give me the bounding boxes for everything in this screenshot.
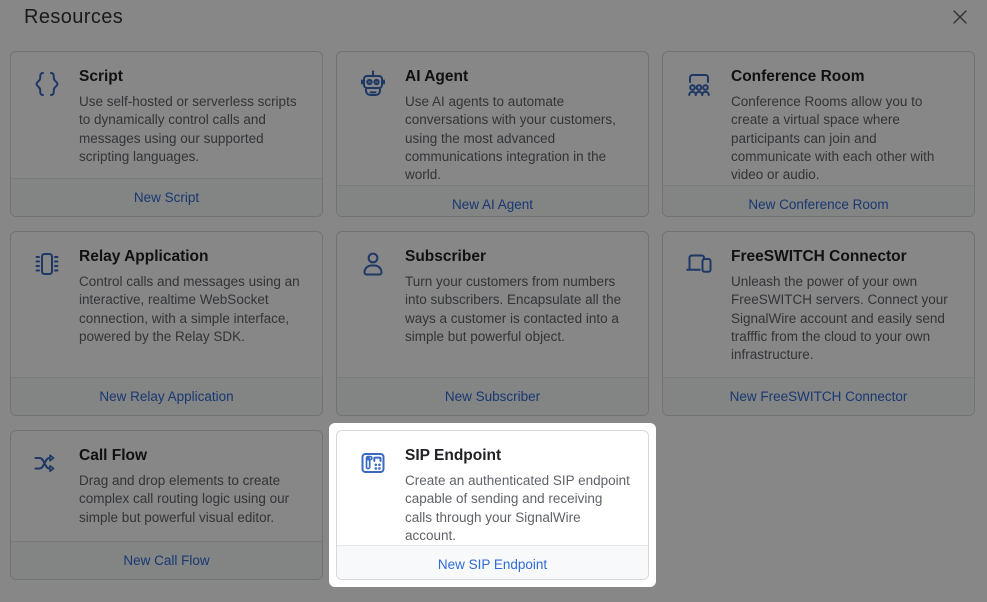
resource-card-conference-room: Conference Room Conference Rooms allow y… bbox=[662, 51, 975, 217]
shuffle-arrows-icon bbox=[31, 447, 63, 479]
new-sip-endpoint-label: New SIP Endpoint bbox=[438, 557, 547, 572]
resource-card-ai-agent: AI Agent Use AI agents to automate conve… bbox=[336, 51, 649, 217]
card-body: Conference Room Conference Rooms allow y… bbox=[663, 52, 974, 185]
card-title: SIP Endpoint bbox=[405, 447, 632, 465]
card-body: SIP Endpoint Create an authenticated SIP… bbox=[337, 431, 648, 545]
card-description: Turn your customers from numbers into su… bbox=[405, 273, 632, 346]
page-title: Resources bbox=[24, 6, 123, 29]
card-body: FreeSWITCH Connector Unleash the power o… bbox=[663, 232, 974, 377]
card-description: Use AI agents to automate conversations … bbox=[405, 93, 632, 185]
card-text: Call Flow Drag and drop elements to crea… bbox=[79, 447, 306, 541]
card-text: Script Use self-hosted or serverless scr… bbox=[79, 68, 306, 178]
resource-card-script: Script Use self-hosted or serverless scr… bbox=[10, 51, 323, 217]
card-text: Conference Room Conference Rooms allow y… bbox=[731, 68, 958, 185]
new-conference-room-button[interactable]: New Conference Room bbox=[663, 185, 974, 217]
resource-card-relay-application: Relay Application Control calls and mess… bbox=[10, 231, 323, 416]
new-subscriber-button[interactable]: New Subscriber bbox=[337, 377, 648, 415]
new-script-button[interactable]: New Script bbox=[11, 178, 322, 216]
card-text: FreeSWITCH Connector Unleash the power o… bbox=[731, 248, 958, 377]
code-braces-icon bbox=[31, 68, 63, 100]
close-icon bbox=[950, 7, 970, 27]
card-title: FreeSWITCH Connector bbox=[731, 248, 958, 266]
new-freeswitch-connector-label: New FreeSWITCH Connector bbox=[730, 389, 908, 404]
spotlight-highlight: SIP Endpoint Create an authenticated SIP… bbox=[329, 423, 656, 587]
card-description: Conference Rooms allow you to create a v… bbox=[731, 93, 958, 185]
new-call-flow-label: New Call Flow bbox=[123, 553, 209, 568]
new-conference-room-label: New Conference Room bbox=[748, 197, 888, 212]
resource-card-sip-endpoint: SIP Endpoint Create an authenticated SIP… bbox=[336, 430, 649, 580]
card-body: Call Flow Drag and drop elements to crea… bbox=[11, 431, 322, 541]
card-description: Create an authenticated SIP endpoint cap… bbox=[405, 472, 632, 545]
card-text: Relay Application Control calls and mess… bbox=[79, 248, 306, 377]
card-body: Relay Application Control calls and mess… bbox=[11, 232, 322, 377]
card-text: SIP Endpoint Create an authenticated SIP… bbox=[405, 447, 632, 545]
new-script-label: New Script bbox=[134, 190, 199, 205]
card-description: Control calls and messages using an inte… bbox=[79, 273, 306, 346]
card-description: Drag and drop elements to create complex… bbox=[79, 472, 306, 527]
new-subscriber-label: New Subscriber bbox=[445, 389, 540, 404]
card-title: AI Agent bbox=[405, 68, 632, 86]
modal-header: Resources bbox=[0, 0, 987, 46]
resource-card-subscriber: Subscriber Turn your customers from numb… bbox=[336, 231, 649, 416]
new-ai-agent-label: New AI Agent bbox=[452, 197, 533, 212]
chip-icon bbox=[31, 248, 63, 280]
new-sip-endpoint-button[interactable]: New SIP Endpoint bbox=[337, 545, 648, 580]
new-relay-application-button[interactable]: New Relay Application bbox=[11, 377, 322, 415]
card-body: Subscriber Turn your customers from numb… bbox=[337, 232, 648, 377]
person-icon bbox=[357, 248, 389, 280]
card-title: Conference Room bbox=[731, 68, 958, 86]
card-text: AI Agent Use AI agents to automate conve… bbox=[405, 68, 632, 185]
card-text: Subscriber Turn your customers from numb… bbox=[405, 248, 632, 377]
card-title: Call Flow bbox=[79, 447, 306, 465]
laptop-phone-icon bbox=[683, 248, 715, 280]
new-relay-application-label: New Relay Application bbox=[99, 389, 233, 404]
new-call-flow-button[interactable]: New Call Flow bbox=[11, 541, 322, 579]
card-title: Subscriber bbox=[405, 248, 632, 266]
card-title: Script bbox=[79, 68, 306, 86]
desk-phone-icon bbox=[357, 447, 389, 479]
resource-card-freeswitch-connector: FreeSWITCH Connector Unleash the power o… bbox=[662, 231, 975, 416]
resource-card-grid: Script Use self-hosted or serverless scr… bbox=[10, 51, 975, 580]
card-description: Use self-hosted or serverless scripts to… bbox=[79, 93, 306, 166]
card-description: Unleash the power of your own FreeSWITCH… bbox=[731, 273, 958, 365]
card-body: AI Agent Use AI agents to automate conve… bbox=[337, 52, 648, 185]
new-ai-agent-button[interactable]: New AI Agent bbox=[337, 185, 648, 217]
conference-people-icon bbox=[683, 68, 715, 100]
close-button[interactable] bbox=[948, 5, 972, 29]
card-body: Script Use self-hosted or serverless scr… bbox=[11, 52, 322, 178]
new-freeswitch-connector-button[interactable]: New FreeSWITCH Connector bbox=[663, 377, 974, 415]
card-title: Relay Application bbox=[79, 248, 306, 266]
robot-icon bbox=[357, 68, 389, 100]
resource-card-call-flow: Call Flow Drag and drop elements to crea… bbox=[10, 430, 323, 580]
